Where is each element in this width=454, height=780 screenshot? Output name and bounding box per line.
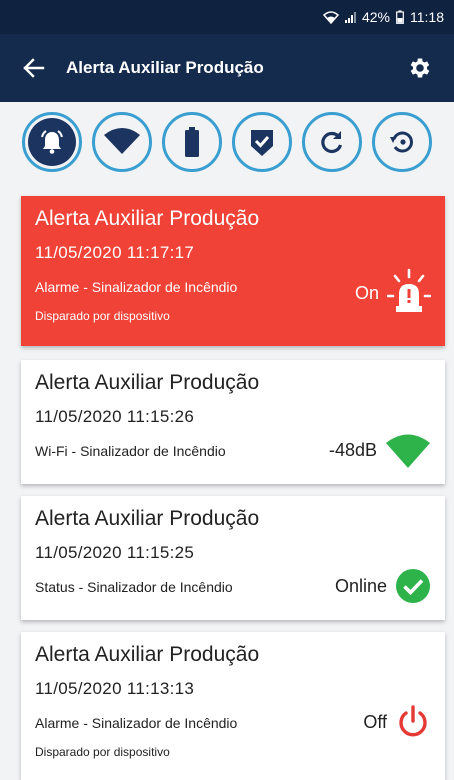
event-datetime: 11/05/2020 11:17:17 <box>35 243 195 262</box>
event-title: Alerta Auxiliar Produção <box>35 507 260 530</box>
event-title: Alerta Auxiliar Produção <box>35 371 260 394</box>
event-value: On <box>354 282 379 303</box>
cell-signal-icon <box>344 11 356 23</box>
refresh-icon <box>321 131 343 154</box>
wifi-status-icon <box>322 11 339 24</box>
event-source: Disparado por dispositivo <box>35 745 170 759</box>
power-icon <box>399 705 427 737</box>
battery-percent: 42% <box>361 9 390 25</box>
battery-action-button[interactable] <box>162 112 222 172</box>
event-card[interactable]: Alerta Auxiliar Produção 11/05/2020 11:1… <box>21 496 445 620</box>
event-card[interactable]: Alerta Auxiliar Produção 11/05/2020 11:1… <box>21 632 445 780</box>
status-bar: 42% 11:18 <box>0 0 454 34</box>
event-datetime: 11/05/2020 11:15:26 <box>35 407 195 426</box>
battery-icon <box>185 127 199 157</box>
alarm-action-button[interactable] <box>22 112 82 172</box>
wifi-signal-icon <box>386 434 430 468</box>
event-datetime: 11/05/2020 11:15:25 <box>35 543 195 562</box>
battery-status-icon <box>396 10 404 24</box>
page-title: Alerta Auxiliar Produção <box>66 58 264 77</box>
app-bar: Alerta Auxiliar Produção <box>0 34 454 102</box>
shield-check-icon <box>251 130 273 156</box>
gear-icon <box>410 58 430 78</box>
event-datetime: 11/05/2020 11:13:13 <box>35 679 195 698</box>
wifi-action-button[interactable] <box>92 112 152 172</box>
back-button[interactable] <box>18 52 50 84</box>
check-circle-icon <box>396 569 430 603</box>
event-title: Alerta Auxiliar Produção <box>35 207 260 230</box>
quick-actions <box>0 112 454 178</box>
event-card[interactable]: Alerta Auxiliar Produção 11/05/2020 11:1… <box>21 196 445 346</box>
history-action-button[interactable] <box>372 112 432 172</box>
clock: 11:18 <box>410 9 444 25</box>
wifi-icon <box>104 128 140 154</box>
event-title: Alerta Auxiliar Produção <box>35 643 260 666</box>
event-card[interactable]: Alerta Auxiliar Produção 11/05/2020 11:1… <box>21 360 445 484</box>
status-action-button[interactable] <box>232 112 292 172</box>
arrow-left-icon <box>23 58 45 78</box>
refresh-action-button[interactable] <box>302 112 362 172</box>
siren-icon <box>387 268 431 312</box>
event-value: Off <box>363 711 387 732</box>
bell-alarm-icon <box>41 130 63 154</box>
event-value: -48dB <box>328 439 377 460</box>
history-icon <box>390 131 413 153</box>
event-value: Online <box>334 575 387 596</box>
settings-button[interactable] <box>404 52 436 84</box>
